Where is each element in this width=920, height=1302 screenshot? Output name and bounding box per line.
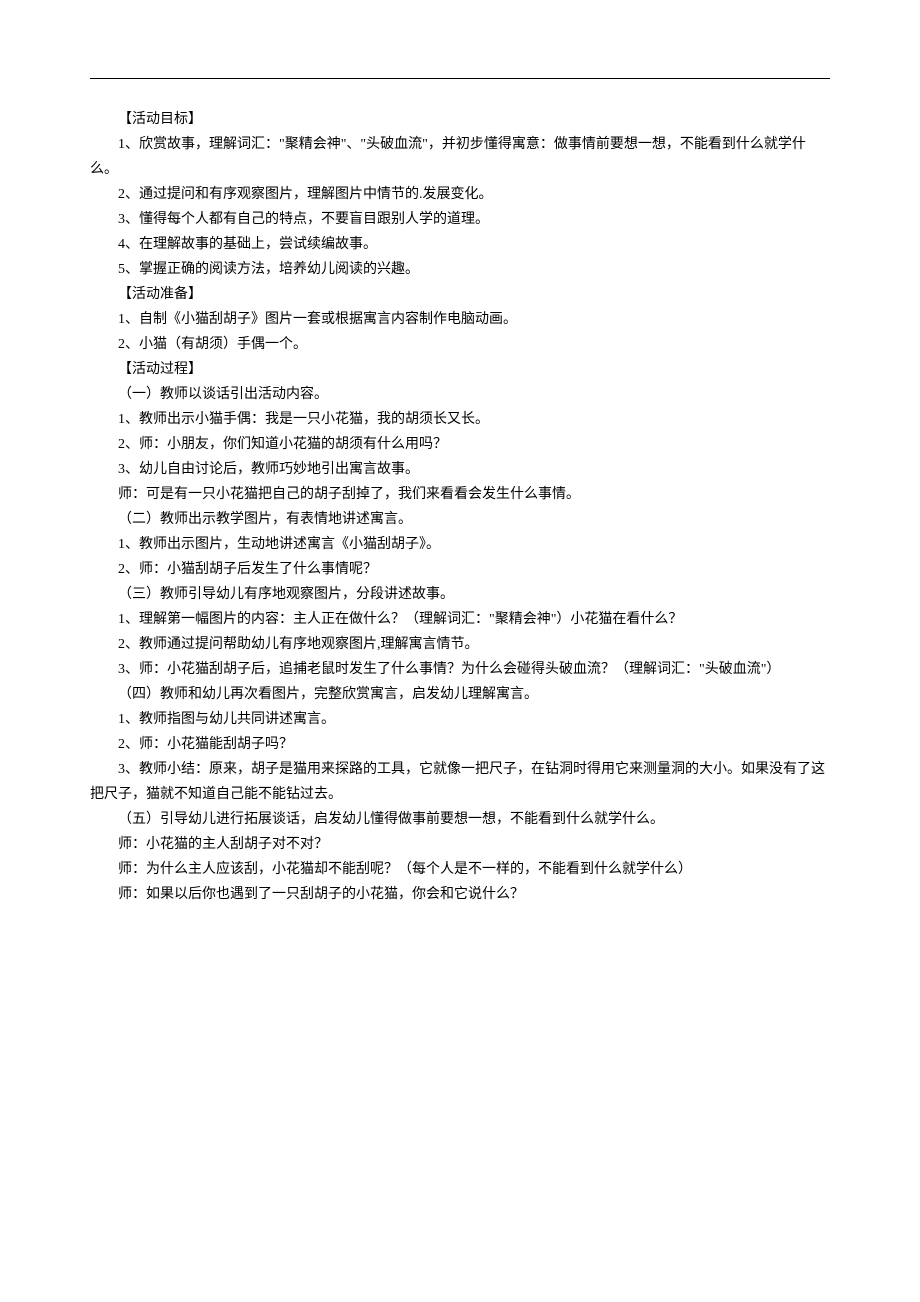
text-line: （三）教师引导幼儿有序地观察图片，分段讲述故事。 [90, 582, 830, 607]
text-line: 5、掌握正确的阅读方法，培养幼儿阅读的兴趣。 [90, 257, 830, 282]
text-line: 师：为什么主人应该刮，小花猫却不能刮呢？（每个人是不一样的，不能看到什么就学什么… [90, 857, 830, 882]
text-line: 3、幼儿自由讨论后，教师巧妙地引出寓言故事。 [90, 457, 830, 482]
text-line: 2、师：小花猫能刮胡子吗？ [90, 732, 830, 757]
text-line: 1、教师指图与幼儿共同讲述寓言。 [90, 707, 830, 732]
text-line: 3、教师小结：原来，胡子是猫用来探路的工具，它就像一把尺子，在钻洞时得用它来测量… [90, 757, 830, 807]
text-line: 师：如果以后你也遇到了一只刮胡子的小花猫，你会和它说什么？ [90, 882, 830, 907]
text-line: 2、小猫（有胡须）手偶一个。 [90, 332, 830, 357]
text-line: 师：可是有一只小花猫把自己的胡子刮掉了，我们来看看会发生什么事情。 [90, 482, 830, 507]
text-line: 4、在理解故事的基础上，尝试续编故事。 [90, 232, 830, 257]
horizontal-rule [90, 78, 830, 79]
text-line: 【活动目标】 [90, 107, 830, 132]
text-line: 2、师：小猫刮胡子后发生了什么事情呢？ [90, 557, 830, 582]
text-line: 3、师：小花猫刮胡子后，追捕老鼠时发生了什么事情？为什么会碰得头破血流？（理解词… [90, 657, 830, 682]
text-line: 【活动过程】 [90, 357, 830, 382]
text-line: （一）教师以谈话引出活动内容。 [90, 382, 830, 407]
text-line: 2、教师通过提问帮助幼儿有序地观察图片,理解寓言情节。 [90, 632, 830, 657]
text-line: 1、教师出示小猫手偶：我是一只小花猫，我的胡须长又长。 [90, 407, 830, 432]
text-line: 1、理解第一幅图片的内容：主人正在做什么？（理解词汇："聚精会神"）小花猫在看什… [90, 607, 830, 632]
text-line: 【活动准备】 [90, 282, 830, 307]
text-line: （二）教师出示教学图片，有表情地讲述寓言。 [90, 507, 830, 532]
text-line: 2、师：小朋友，你们知道小花猫的胡须有什么用吗？ [90, 432, 830, 457]
text-line: 3、懂得每个人都有自己的特点，不要盲目跟别人学的道理。 [90, 207, 830, 232]
text-line: （四）教师和幼儿再次看图片，完整欣赏寓言，启发幼儿理解寓言。 [90, 682, 830, 707]
text-line: 1、自制《小猫刮胡子》图片一套或根据寓言内容制作电脑动画。 [90, 307, 830, 332]
document-page: 【活动目标】 1、欣赏故事，理解词汇："聚精会神"、"头破血流"，并初步懂得寓意… [0, 0, 920, 947]
text-line: （五）引导幼儿进行拓展谈话，启发幼儿懂得做事前要想一想，不能看到什么就学什么。 [90, 807, 830, 832]
text-line: 师：小花猫的主人刮胡子对不对？ [90, 832, 830, 857]
text-line: 1、欣赏故事，理解词汇："聚精会神"、"头破血流"，并初步懂得寓意：做事情前要想… [90, 132, 830, 182]
text-line: 2、通过提问和有序观察图片，理解图片中情节的.发展变化。 [90, 182, 830, 207]
document-content: 【活动目标】 1、欣赏故事，理解词汇："聚精会神"、"头破血流"，并初步懂得寓意… [90, 107, 830, 907]
text-line: 1、教师出示图片，生动地讲述寓言《小猫刮胡子》。 [90, 532, 830, 557]
